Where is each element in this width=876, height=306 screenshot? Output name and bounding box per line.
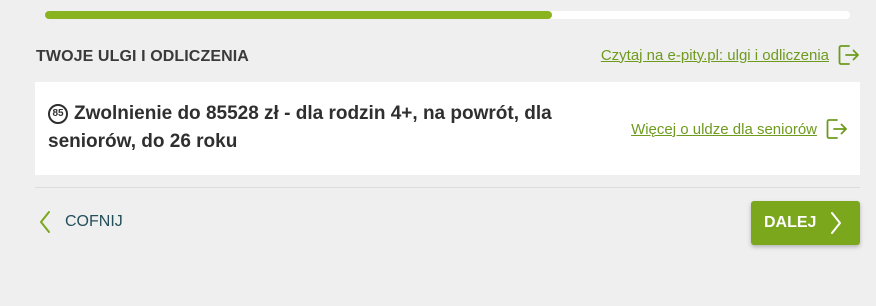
relief-title-text: Zwolnienie do 85528 zł - dla rodzin 4+, … [48, 103, 552, 152]
next-button-label: DALEJ [764, 214, 817, 231]
next-button[interactable]: DALEJ [751, 201, 860, 245]
relief-title: 85 Zwolnienie do 85528 zł - dla rodzin 4+… [48, 100, 608, 156]
read-more-link-label: Czytaj na e-pity.pl: ulgi i odliczenia [600, 46, 829, 64]
section-title: TWOJE ULGI I ODLICZENIA [36, 48, 249, 65]
back-button-label: COFNIJ [65, 213, 123, 230]
chevron-right-icon [831, 212, 842, 234]
senior-relief-link[interactable]: Więcej o uldze dla seniorów [631, 118, 848, 140]
number-badge-icon: 85 [48, 104, 68, 124]
external-link-icon [826, 119, 847, 139]
chevron-left-icon [40, 211, 50, 233]
read-more-link[interactable]: Czytaj na e-pity.pl: ulgi i odliczenia [601, 44, 860, 66]
progress-bar [45, 11, 850, 19]
progress-bar-fill [45, 11, 553, 19]
relief-card: 85 Zwolnienie do 85528 zł - dla rodzin 4+… [35, 82, 860, 175]
senior-relief-link-label: Więcej o uldze dla seniorów [631, 120, 817, 138]
divider [35, 187, 860, 188]
back-button[interactable]: COFNIJ [38, 210, 123, 234]
external-link-icon [838, 45, 859, 65]
